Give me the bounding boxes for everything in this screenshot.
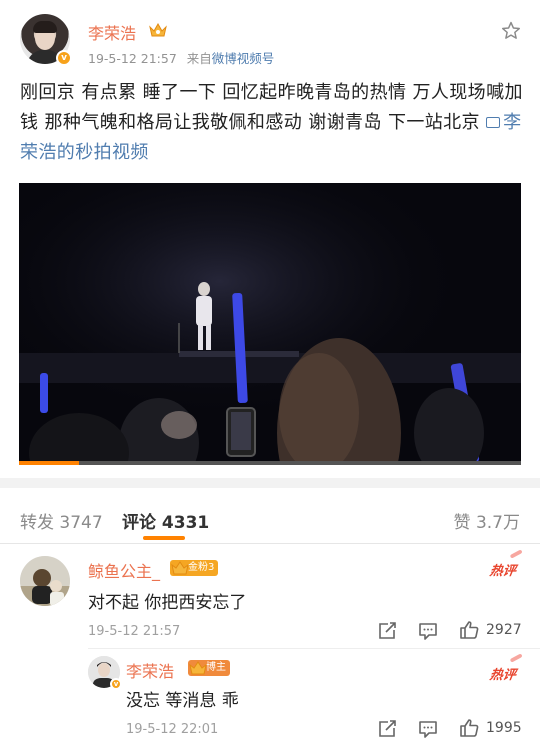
blogger-badge: 博主 [188,660,230,676]
crown-icon [149,22,167,37]
thumbs-up-icon[interactable] [458,619,480,641]
hot-comment-label: 热评 [488,549,523,579]
hot-comment-text: 热评 [488,668,517,683]
badge-crown-icon [189,661,207,675]
comment-like-count: 1995 [486,720,522,736]
blogger-badge-label: 博主 [206,662,226,673]
commenter-avatar[interactable] [20,556,70,606]
comment-text: 没忘 等消息 乖 [126,691,239,711]
author-name[interactable]: 李荣浩 [88,20,136,44]
post-source-link[interactable]: 微博视频号 [212,51,275,66]
interaction-tabs: 转发 3747 评论 4331 赞 3.7万 [0,488,540,544]
comment-like-count: 2927 [486,622,522,638]
comment-author[interactable]: 鲸鱼公主_ [88,558,160,582]
share-icon[interactable] [376,620,398,642]
tab-comment[interactable]: 评论 4331 [122,508,209,533]
reply-icon[interactable] [417,718,439,740]
source-prefix: 来自 [186,51,212,66]
section-separator [0,478,540,488]
post-meta: 19-5-12 21:57 来自微博视频号 [88,48,274,67]
share-icon[interactable] [376,718,398,740]
hot-comment-label: 热评 [488,653,523,683]
comment-time: 19-5-12 22:01 [126,722,219,737]
fan-badge: 金粉3 [170,560,219,576]
video-frame [19,183,521,464]
video-link-icon [486,117,501,128]
verified-badge-icon: v [56,50,72,66]
reply-icon[interactable] [417,620,439,642]
tab-like[interactable]: 赞 3.7万 [454,508,520,533]
fan-badge-label: 金粉3 [188,562,215,573]
tab-forward[interactable]: 转发 3747 [20,508,103,533]
video-player[interactable] [19,183,521,464]
video-progress-bar[interactable] [19,461,521,465]
post-body: 刚回京 有点累 睡了一下 回忆起昨晚青岛的热情 万人现场喊加钱 那种气魄和格局让… [20,82,523,133]
comment-time: 19-5-12 21:57 [88,624,181,639]
comment-text: 对不起 你把西安忘了 [88,593,247,613]
hot-comment-text: 热评 [488,564,517,579]
badge-crown-icon [171,561,189,575]
post-text: 刚回京 有点累 睡了一下 回忆起昨晚青岛的热情 万人现场喊加钱 那种气魄和格局让… [20,78,530,168]
post-header: v 李荣浩 19-5-12 21:57 来自微博视频号 [0,0,540,72]
tabs-divider [0,543,540,544]
comment-author[interactable]: 李荣浩 [126,658,174,682]
thumbs-up-icon[interactable] [458,717,480,739]
reply-divider [88,648,540,649]
post-timestamp: 19-5-12 21:57 [88,51,177,66]
verified-badge-icon: v [110,678,122,690]
star-icon[interactable] [500,20,522,42]
video-progress-fill [19,461,80,465]
tab-indicator [143,536,185,540]
